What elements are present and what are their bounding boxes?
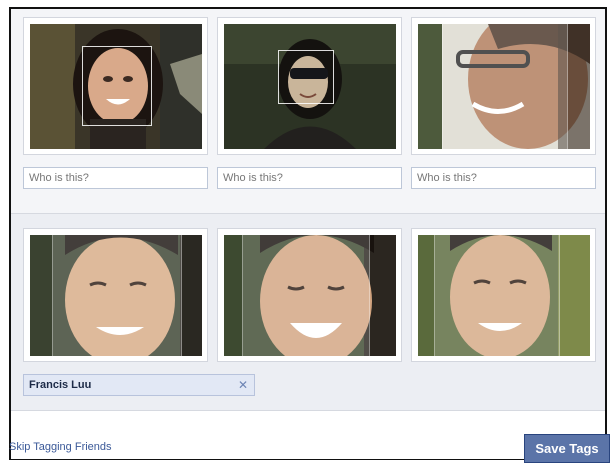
face-detection-box bbox=[82, 46, 152, 126]
face-card[interactable] bbox=[411, 228, 596, 362]
face-card[interactable] bbox=[23, 17, 208, 155]
photo-highlight-strip bbox=[442, 24, 568, 149]
dialog-border bbox=[605, 7, 607, 457]
photo-highlight-strip bbox=[52, 235, 182, 356]
face-photo[interactable] bbox=[224, 24, 396, 149]
tag-token[interactable]: Francis Luu ✕ bbox=[23, 374, 255, 396]
skip-tagging-link[interactable]: Skip Tagging Friends bbox=[9, 441, 112, 453]
face-photo[interactable] bbox=[224, 235, 396, 356]
face-card[interactable] bbox=[411, 17, 596, 155]
face-photo[interactable] bbox=[418, 235, 590, 356]
save-tags-button[interactable]: Save Tags bbox=[524, 434, 610, 463]
close-icon[interactable]: ✕ bbox=[238, 378, 248, 392]
face-card[interactable] bbox=[23, 228, 208, 362]
who-is-this-input[interactable]: Who is this? bbox=[411, 167, 596, 189]
who-is-this-input[interactable]: Who is this? bbox=[217, 167, 402, 189]
face-photo[interactable] bbox=[418, 24, 590, 149]
photo-highlight-strip bbox=[434, 235, 560, 356]
photo-highlight-strip bbox=[242, 235, 370, 356]
tag-name: Francis Luu bbox=[29, 379, 92, 391]
who-is-this-input[interactable]: Who is this? bbox=[23, 167, 208, 189]
face-card[interactable] bbox=[217, 228, 402, 362]
face-card[interactable] bbox=[217, 17, 402, 155]
face-detection-box bbox=[278, 50, 334, 104]
suggested-faces-section: Francis Luu ✕ bbox=[11, 213, 605, 411]
face-photo[interactable] bbox=[30, 24, 202, 149]
face-photo[interactable] bbox=[30, 235, 202, 356]
untagged-faces-section: Who is this? Who is this? Who is this? bbox=[11, 9, 605, 213]
